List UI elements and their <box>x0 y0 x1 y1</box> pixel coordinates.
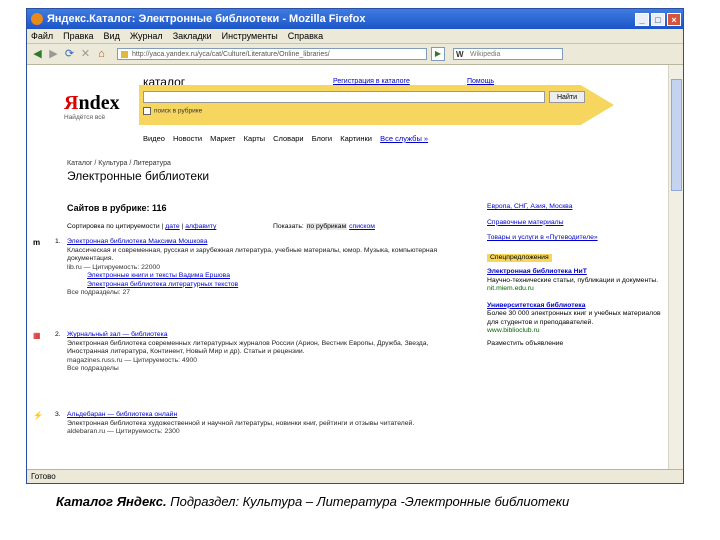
advertise-link[interactable]: Разместить объявление <box>487 340 667 349</box>
close-button[interactable]: × <box>667 12 681 26</box>
menu-file[interactable]: Файл <box>31 31 53 41</box>
reload-icon[interactable]: ⟳ <box>63 48 76 61</box>
result-description: Электронная библиотека художественной и … <box>67 419 415 427</box>
ad-title[interactable]: Электронная библиотека НиТ <box>487 268 667 277</box>
help-link[interactable]: Помощь <box>467 78 494 85</box>
breadcrumb[interactable]: Каталог / Культура / Литература <box>67 160 171 167</box>
result-meta: magazines.russ.ru — Цитируемость: 4900 <box>67 356 198 364</box>
address-bar[interactable]: http://yaca.yandex.ru/yca/cat/Culture/Li… <box>117 48 427 60</box>
search-button[interactable]: Найти <box>549 91 585 103</box>
ad-text: Более 30 000 электронных книг и учебных … <box>487 310 661 326</box>
all-services-link[interactable]: Все службы » <box>380 134 428 143</box>
service-video[interactable]: Видео <box>143 134 165 143</box>
services-nav: Видео Новости Маркет Карты Словари Блоги… <box>143 134 434 143</box>
sort-options: Сортировка по цитируемости | дате | алфа… <box>67 223 217 230</box>
ad-text: Научно-технические статьи, публикации и … <box>487 276 659 284</box>
ads-label: Спецпредложения <box>487 253 552 262</box>
go-arrow-icon[interactable]: ▶ <box>431 47 445 61</box>
list-item: ⚡ 3. Альдебаран — библиотека онлайн Элек… <box>33 411 467 437</box>
result-sublink[interactable]: Электронная библиотека литературных текс… <box>67 281 467 290</box>
page-title: Электронные библиотеки <box>67 169 210 183</box>
result-title[interactable]: Журнальный зал — библиотека <box>67 331 467 340</box>
title-bar: Яндекс.Каталог: Электронные библиотеки -… <box>27 9 683 29</box>
status-bar: Готово <box>27 469 683 483</box>
result-sections[interactable]: Все подразделы: 27 <box>67 289 467 298</box>
menu-tools[interactable]: Инструменты <box>222 31 278 41</box>
view-by-sections[interactable]: по рубрикам <box>305 223 348 230</box>
menu-bookmarks[interactable]: Закладки <box>173 31 212 41</box>
catalog-search-input[interactable] <box>143 91 545 103</box>
browser-window: Яндекс.Каталог: Электронные библиотеки -… <box>26 8 684 484</box>
menu-help[interactable]: Справка <box>288 31 323 41</box>
menu-view[interactable]: Вид <box>104 31 120 41</box>
right-column: Европа, СНГ, Азия, Москва Справочные мат… <box>487 203 667 348</box>
site-favicon-icon: ▦ <box>33 331 41 340</box>
result-description: Классическая и современная, русская и за… <box>67 246 438 263</box>
yandex-logo[interactable]: Яndex <box>64 92 120 115</box>
vertical-scrollbar[interactable] <box>668 65 683 469</box>
service-market[interactable]: Маркет <box>210 134 235 143</box>
menu-history[interactable]: Журнал <box>130 31 163 41</box>
regions-link[interactable]: Европа, СНГ, Азия, Москва <box>487 203 667 212</box>
sort-by-date[interactable]: дате <box>165 223 179 230</box>
result-meta: aldebaran.ru — Цитируемость: 2300 <box>67 428 180 435</box>
page-content: Яndex Найдётся всё каталог Регистрация в… <box>27 65 669 469</box>
result-description: Электронная библиотека современных литер… <box>67 339 429 356</box>
result-sublink[interactable]: Электронные книги и тексты Вадима Ершова <box>67 272 467 281</box>
logo-tagline: Найдётся всё <box>64 114 106 121</box>
service-news[interactable]: Новости <box>173 134 202 143</box>
back-arrow-icon[interactable]: ◀ <box>31 48 44 61</box>
service-dictionaries[interactable]: Словари <box>273 134 303 143</box>
slide-caption: Каталог Яндекс. Подраздел: Культура – Ли… <box>56 494 570 509</box>
menu-edit[interactable]: Правка <box>63 31 93 41</box>
service-blogs[interactable]: Блоги <box>312 134 332 143</box>
scroll-thumb[interactable] <box>671 79 682 191</box>
maximize-button[interactable]: □ <box>651 12 665 26</box>
view-as-list[interactable]: списком <box>349 223 375 230</box>
ad-url[interactable]: www.biblioclub.ru <box>487 327 667 336</box>
site-favicon-icon: ⚡ <box>33 411 43 420</box>
goods-link[interactable]: Товары и услуги в «Путеводителе» <box>487 234 667 243</box>
stop-icon[interactable]: ✕ <box>79 48 92 61</box>
list-item: ▦ 2. Журнальный зал — библиотека Электро… <box>33 331 467 374</box>
sort-by-alpha[interactable]: алфавиту <box>185 223 216 230</box>
checkbox-box[interactable] <box>143 107 151 115</box>
ad-url[interactable]: nit.miem.edu.ru <box>487 285 667 294</box>
result-title[interactable]: Альдебаран — библиотека онлайн <box>67 411 467 420</box>
site-favicon-icon: m <box>33 238 41 247</box>
result-meta: lib.ru — Цитируемость: 22000 <box>67 263 161 271</box>
menu-bar: Файл Правка Вид Журнал Закладки Инструме… <box>27 29 683 44</box>
in-section-checkbox[interactable]: поиск в рубрике <box>143 107 202 115</box>
result-title[interactable]: Электронная библиотека Максима Мошкова <box>67 238 467 247</box>
view-options: Показать: по рубрикам списком <box>273 223 375 230</box>
service-images[interactable]: Картинки <box>340 134 372 143</box>
list-item: m 1. Электронная библиотека Максима Мошк… <box>33 238 467 298</box>
minimize-button[interactable]: _ <box>635 12 649 26</box>
home-icon[interactable]: ⌂ <box>95 48 108 61</box>
web-search-input[interactable]: Wikipedia <box>453 48 563 61</box>
service-maps[interactable]: Карты <box>244 134 265 143</box>
result-sections[interactable]: Все подразделы <box>67 365 467 374</box>
site-count: Сайтов в рубрике: 116 <box>67 203 167 213</box>
firefox-icon <box>31 13 43 25</box>
navigation-toolbar: ◀ ▶ ⟳ ✕ ⌂ http://yaca.yandex.ru/yca/cat/… <box>27 44 683 65</box>
window-title: Яндекс.Каталог: Электронные библиотеки -… <box>47 13 366 25</box>
other-link[interactable]: Справочные материалы <box>487 219 667 228</box>
forward-arrow-icon[interactable]: ▶ <box>47 48 60 61</box>
ad-title[interactable]: Университетская библиотека <box>487 302 667 311</box>
register-link[interactable]: Регистрация в каталоге <box>333 78 410 85</box>
